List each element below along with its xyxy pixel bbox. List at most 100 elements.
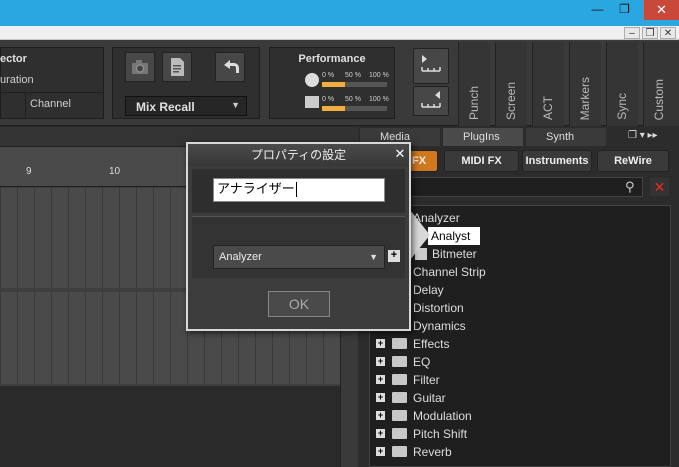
tab-sync-label: Sync <box>615 93 629 120</box>
tab-plugins[interactable]: PlugIns <box>443 128 523 146</box>
tree-item-label: EQ <box>413 355 431 369</box>
chevron-down-icon: ▼ <box>231 100 240 110</box>
category-instruments[interactable]: Instruments <box>522 150 592 172</box>
plugin-search-input[interactable] <box>400 177 643 197</box>
document-icon <box>171 58 184 76</box>
undo-button[interactable] <box>215 52 245 82</box>
tree-folder-effects[interactable]: + Effects <box>370 335 670 353</box>
tree-folder-channel-strip[interactable]: Channel Strip <box>370 263 670 281</box>
divider <box>0 92 104 93</box>
folder-icon <box>392 446 407 457</box>
tab-screen-label: Screen <box>504 81 518 120</box>
expand-icon[interactable]: + <box>376 357 385 366</box>
tree-item-label: Filter <box>413 373 440 387</box>
perf-row1-high: 100 % <box>369 72 389 79</box>
tab-markers-label: Markers <box>578 76 592 120</box>
panel-options-icon[interactable]: ❐ ▾ ▸▸ <box>628 130 658 141</box>
tree-item-label: Distortion <box>413 301 464 315</box>
text-cursor <box>295 182 297 197</box>
add-category-button[interactable]: + <box>388 250 400 262</box>
mdi-close-button[interactable]: ✕ <box>660 27 676 39</box>
maximize-button[interactable]: ❐ <box>612 0 637 20</box>
expand-icon[interactable]: + <box>376 411 385 420</box>
search-icon[interactable]: ⚲ <box>625 179 635 195</box>
folder-icon <box>392 428 407 439</box>
snapshot-button[interactable] <box>125 52 155 82</box>
configuration-label[interactable]: uration <box>0 74 34 86</box>
tree-folder-modulation[interactable]: + Modulation <box>370 407 670 425</box>
ruler-mark-10: 10 <box>109 166 121 177</box>
tab-synth-label: Synth <box>546 131 575 143</box>
tree-folder-dynamics[interactable]: Dynamics <box>370 317 670 335</box>
mdi-minimize-button[interactable]: – <box>624 27 640 39</box>
mdi-restore-button[interactable]: ❐ <box>642 27 658 39</box>
mix-recall-dropdown[interactable]: Mix Recall ▼ <box>125 96 247 116</box>
tree-plugin-analyst[interactable]: Analyst <box>428 227 480 245</box>
loop-start-button[interactable] <box>413 48 449 84</box>
perf-row1-low: 0 % <box>322 72 335 79</box>
tab-act[interactable]: ACT <box>532 42 564 126</box>
performance-title: Performance <box>298 53 366 65</box>
tab-markers[interactable]: Markers <box>569 42 601 126</box>
category-rewire-label: ReWire <box>614 155 652 167</box>
category-fx-label: FX <box>411 155 427 167</box>
tree-folder-reverb[interactable]: + Reverb <box>370 443 670 461</box>
tab-custom[interactable]: Custom <box>643 42 679 126</box>
notes-button[interactable] <box>162 52 192 82</box>
folder-icon <box>392 356 407 367</box>
name-input-value: アナライザー <box>217 182 295 197</box>
tree-item-label: Pitch Shift <box>413 427 468 441</box>
tab-sync[interactable]: Sync <box>606 42 638 126</box>
menu-strip <box>0 26 679 40</box>
tree-folder-filter[interactable]: + Filter <box>370 371 670 389</box>
category-midi-fx[interactable]: MIDI FX <box>444 150 519 172</box>
tab-punch[interactable]: Punch <box>458 42 490 126</box>
cpu-gauge-icon <box>305 73 319 87</box>
tab-act-label: ACT <box>541 96 555 120</box>
tree-folder-guitar[interactable]: + Guitar <box>370 389 670 407</box>
minimize-button[interactable]: — <box>585 0 610 20</box>
close-window-button[interactable]: ✕ <box>644 0 679 20</box>
divider <box>25 93 26 117</box>
property-dialog: プロパティの設定 ✕ アナライザー Analyzer ▼ + OK <box>186 142 411 331</box>
loop-end-button[interactable] <box>413 86 449 116</box>
tree-folder-distortion[interactable]: Distortion <box>370 299 670 317</box>
expand-icon[interactable]: + <box>376 393 385 402</box>
memory-chip-icon <box>305 96 319 108</box>
category-midi-fx-label: MIDI FX <box>461 155 502 167</box>
category-select[interactable]: Analyzer ▼ <box>213 245 385 269</box>
bracket-end-icon <box>421 91 441 108</box>
ok-button[interactable]: OK <box>268 291 330 317</box>
bracket-start-icon <box>421 55 441 72</box>
clear-search-icon[interactable]: ✕ <box>650 178 669 196</box>
dialog-close-button[interactable]: ✕ <box>392 146 408 162</box>
tree-folder-eq[interactable]: + EQ <box>370 353 670 371</box>
folder-icon <box>392 392 407 403</box>
inspector-label: ector <box>0 53 27 65</box>
camera-icon <box>132 60 148 74</box>
category-instruments-label: Instruments <box>525 155 589 167</box>
tab-punch-label: Punch <box>467 85 481 120</box>
dialog-title: プロパティの設定 <box>188 144 409 166</box>
tab-screen[interactable]: Screen <box>495 42 527 126</box>
folder-icon <box>392 338 407 349</box>
expand-icon[interactable]: + <box>376 447 385 456</box>
perf-row1-mid: 50 % <box>345 72 361 79</box>
tab-synth[interactable]: Synth <box>526 128 606 146</box>
perf-row1-fill <box>322 82 346 87</box>
name-input[interactable]: アナライザー <box>213 178 385 202</box>
ruler-mark-9: 9 <box>26 166 32 177</box>
category-rewire[interactable]: ReWire <box>597 150 669 172</box>
expand-icon[interactable]: + <box>376 339 385 348</box>
perf-row2-high: 100 % <box>369 96 389 103</box>
undo-arrow-icon <box>224 60 239 73</box>
folder-icon <box>392 374 407 385</box>
perf-row2-meter <box>322 106 387 111</box>
chevron-down-icon: ▼ <box>369 252 378 262</box>
channel-label[interactable]: Channel <box>30 98 71 110</box>
tree-folder-pitch-shift[interactable]: + Pitch Shift <box>370 425 670 443</box>
expand-icon[interactable]: + <box>376 375 385 384</box>
tree-folder-delay[interactable]: Delay <box>370 281 670 299</box>
tree-item-label: Reverb <box>413 445 452 459</box>
expand-icon[interactable]: + <box>376 429 385 438</box>
